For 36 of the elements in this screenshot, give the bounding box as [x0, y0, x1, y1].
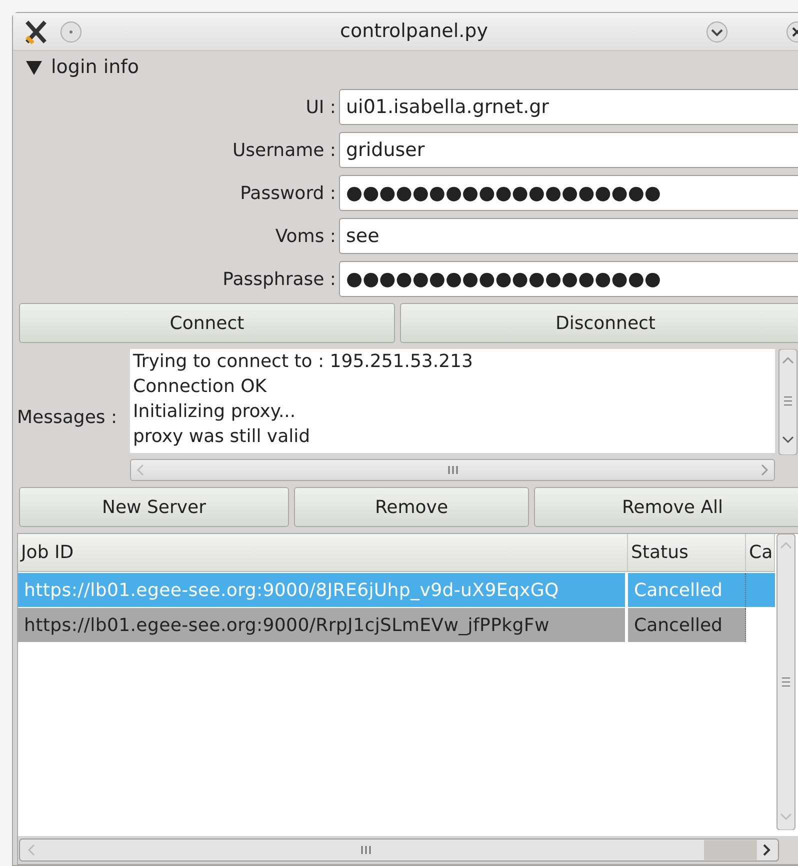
vertical-scrollbar[interactable] [778, 349, 798, 455]
section-toggle[interactable]: login info [13, 51, 798, 83]
message-line: proxy was still valid [133, 425, 312, 449]
remove-button[interactable]: Remove [294, 487, 529, 527]
new-server-button[interactable]: New Server [19, 487, 289, 527]
field-label: Password : [239, 182, 337, 206]
grip-icon [446, 465, 458, 475]
input-field[interactable]: see [339, 218, 798, 254]
table-cell[interactable]: Cancelled [628, 608, 746, 642]
disconnect-button[interactable]: Disconnect [400, 303, 798, 343]
field-label: Passphrase : [222, 268, 337, 292]
table-cell[interactable] [746, 573, 775, 607]
column-header[interactable]: Ca [746, 534, 775, 571]
message-line: Trying to connect to : 195.251.53.213 [133, 350, 474, 374]
vertical-scrollbar[interactable] [776, 534, 796, 830]
column-header[interactable]: Job ID [18, 534, 628, 571]
table-cell[interactable]: https://lb01.egee-see.org:9000/RrpJ1cjSLmEVw_jfPPkgFw [18, 608, 625, 642]
horizontal-scrollbar[interactable] [19, 838, 779, 862]
messages-label: Messages : [16, 406, 118, 430]
horizontal-scrollbar[interactable] [130, 459, 775, 481]
remove-all-button[interactable]: Remove All [534, 487, 798, 527]
input-field[interactable]: griduser [339, 132, 798, 168]
minimize-icon[interactable] [59, 20, 83, 44]
window-title: controlpanel.py [339, 19, 489, 44]
input-field[interactable]: ●●●●●●●●●●●●●●●●●●● [339, 261, 798, 297]
connect-button[interactable]: Connect [19, 303, 395, 343]
input-field[interactable]: ●●●●●●●●●●●●●●●●●●● [339, 175, 798, 211]
message-line: Connection OK [133, 375, 268, 399]
column-header[interactable]: Status [628, 534, 746, 571]
app-icon [23, 18, 49, 44]
field-label: UI : [304, 96, 337, 120]
field-label: Username : [231, 138, 337, 162]
message-line: Initializing proxy... [133, 400, 297, 424]
input-field[interactable]: ui01.isabella.grnet.gr [339, 89, 798, 125]
menu-caret-icon[interactable] [705, 20, 729, 44]
field-label: Voms : [274, 224, 337, 248]
